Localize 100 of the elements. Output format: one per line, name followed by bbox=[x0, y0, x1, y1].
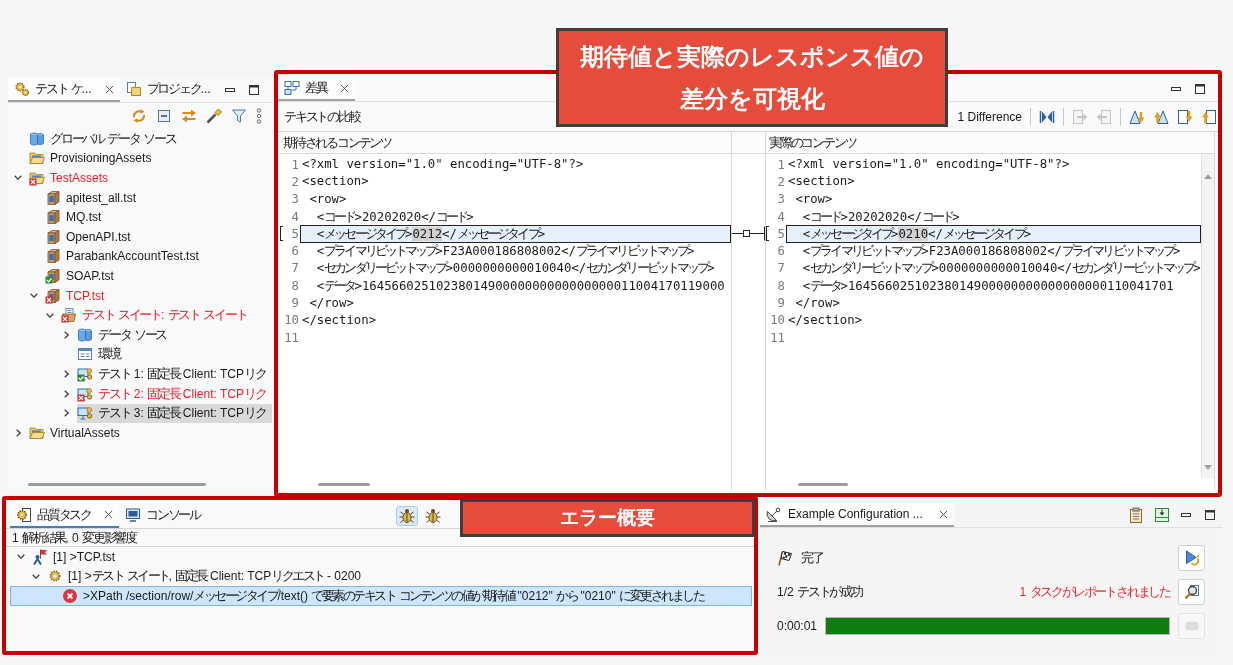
person-flag-icon bbox=[32, 548, 48, 565]
rerun-button[interactable] bbox=[1178, 545, 1205, 571]
tab[interactable]: Example Configuration ... bbox=[760, 503, 954, 527]
tree-item[interactable]: [1] >TCP.tst bbox=[10, 547, 752, 567]
tree-item[interactable]: apitest_all.tst bbox=[45, 188, 140, 208]
tree-item[interactable]: MQ.tst bbox=[45, 207, 105, 227]
line-number: 2 bbox=[776, 174, 785, 189]
elapsed-time: 0:00:01 bbox=[777, 619, 818, 633]
wand-icon[interactable] bbox=[206, 107, 222, 124]
magnifier-icon bbox=[1183, 584, 1200, 600]
swap-arrows-icon[interactable] bbox=[181, 107, 197, 124]
more-icon[interactable] bbox=[256, 107, 262, 124]
tree-item[interactable]: テスト 1: 固定長 Client: TCPリク bbox=[77, 364, 269, 384]
tree-item[interactable]: SOAP.tst bbox=[45, 266, 117, 286]
line-number: 7 bbox=[290, 261, 299, 276]
chevron-right-icon[interactable] bbox=[63, 389, 69, 398]
line-number: 5 bbox=[290, 226, 299, 241]
compare-title: テキストの比較 bbox=[284, 107, 360, 126]
chevron-down-icon[interactable] bbox=[17, 554, 25, 560]
up-arrow-page-icon[interactable] bbox=[1201, 108, 1217, 125]
tab[interactable]: コンソール bbox=[119, 503, 207, 528]
code-line: <section> bbox=[787, 173, 856, 191]
tab[interactable]: 品質タスク bbox=[10, 503, 119, 528]
horizontal-scrollbar[interactable] bbox=[318, 482, 370, 486]
code-line: <コード>20202020</コード> bbox=[315, 207, 475, 226]
line-number: 9 bbox=[776, 296, 785, 310]
chevron-down-icon[interactable] bbox=[14, 175, 22, 181]
code-line: <データ>1645660251023801490000000000000000011004170119000 bbox=[315, 276, 726, 295]
tree-item[interactable]: VirtualAssets bbox=[29, 423, 123, 443]
tree-item[interactable]: ParabankAccountTest.tst bbox=[45, 246, 202, 266]
code-line: <?xml version="1.0" encoding="UTF-8"?> bbox=[787, 156, 1071, 174]
tree-item[interactable]: >XPath /section/row/メッセージタイプ/text() で要素のテキスト コンテンツの値が期待値 "0212" から "0210" に変更されました bbox=[10, 586, 752, 606]
horizontal-scrollbar[interactable] bbox=[28, 482, 206, 486]
filter-icon[interactable] bbox=[231, 107, 247, 124]
status-text: 完了 bbox=[801, 549, 823, 567]
horizontal-scrollbar[interactable] bbox=[798, 482, 848, 486]
chevron-down-icon[interactable] bbox=[46, 312, 54, 318]
close-icon[interactable] bbox=[339, 83, 349, 93]
chevron-right-icon[interactable] bbox=[63, 330, 69, 339]
chevron-right-icon[interactable] bbox=[15, 428, 21, 437]
line-number: 8 bbox=[776, 278, 785, 293]
report-button[interactable] bbox=[1178, 579, 1205, 605]
line-number: 11 bbox=[769, 330, 785, 345]
close-icon[interactable] bbox=[938, 509, 948, 519]
tab[interactable]: テスト ケ... bbox=[8, 78, 120, 102]
checkered-flag-icon bbox=[777, 550, 793, 566]
satellite-dish-icon bbox=[766, 506, 782, 522]
chevron-down-icon[interactable] bbox=[32, 573, 40, 579]
line-number: 10 bbox=[769, 313, 785, 328]
line-number: 1 bbox=[776, 157, 785, 172]
maximize-icon[interactable] bbox=[1194, 83, 1206, 95]
tree-item[interactable]: テスト 3: 固定長 Client: TCPリク bbox=[77, 403, 272, 423]
windows-icon bbox=[284, 80, 300, 96]
line-number: 5 bbox=[776, 226, 785, 241]
collapse-icon[interactable] bbox=[156, 107, 172, 124]
code-line: <プライマリビットマップ>F23A000186808002</プライマリビットマップ> bbox=[801, 242, 1182, 261]
tree-item[interactable]: データ ソース bbox=[77, 325, 170, 345]
tree-item[interactable]: 環境 bbox=[77, 344, 123, 364]
tree-item[interactable]: テスト スイート: テスト スイート bbox=[61, 305, 250, 325]
gears-icon bbox=[14, 81, 30, 97]
close-icon[interactable] bbox=[104, 84, 114, 94]
clipboard-icon[interactable] bbox=[1128, 507, 1144, 523]
maximize-icon[interactable] bbox=[248, 84, 260, 96]
change-bracket bbox=[766, 226, 769, 242]
tab[interactable]: プロジェク... bbox=[119, 78, 217, 102]
code-line: </section> bbox=[301, 311, 378, 329]
tasks-reported-text: 1 タスクがレポートされました bbox=[1019, 583, 1170, 601]
line-number: 4 bbox=[776, 209, 785, 224]
close-icon[interactable] bbox=[104, 510, 113, 519]
line-number: 3 bbox=[290, 192, 299, 207]
merge-arrows-icon[interactable] bbox=[1039, 108, 1055, 125]
error-icon bbox=[62, 588, 78, 604]
refresh-icon[interactable] bbox=[131, 107, 147, 124]
up-arrow-icon[interactable] bbox=[1153, 108, 1169, 125]
chevron-right-icon[interactable] bbox=[63, 409, 69, 418]
code-line: <row> bbox=[308, 190, 348, 208]
play-arrow-icon bbox=[1183, 550, 1200, 566]
tree-item[interactable]: テスト 2: 固定長 Client: TCPリク bbox=[77, 384, 269, 403]
change-bracket bbox=[280, 226, 283, 242]
tree-item[interactable]: [1] >テスト スイート, 固定長 Client: TCPリクエスト - 0200 bbox=[10, 566, 752, 587]
chevron-down-icon[interactable] bbox=[30, 293, 38, 299]
down-arrow-page-icon[interactable] bbox=[1177, 108, 1193, 125]
bug-icon[interactable] bbox=[396, 505, 418, 526]
tree-item[interactable]: グローバル データ ソース bbox=[29, 129, 179, 149]
documents-icon bbox=[125, 81, 142, 97]
code-line: <コード>20202020</コード> bbox=[801, 207, 961, 226]
tree-item[interactable]: TCP.tst bbox=[45, 286, 108, 306]
tree-item[interactable]: TestAssets bbox=[29, 168, 112, 188]
line-number: 9 bbox=[290, 296, 299, 310]
code-line: </row> bbox=[794, 294, 841, 312]
line-number: 2 bbox=[290, 174, 299, 189]
tree-item[interactable]: OpenAPI.tst bbox=[45, 227, 134, 247]
code-line: </row> bbox=[308, 294, 355, 312]
maximize-icon[interactable] bbox=[1204, 509, 1216, 521]
chevron-right-icon[interactable] bbox=[63, 369, 69, 378]
tree-item[interactable]: ProvisioningAssets bbox=[29, 148, 155, 168]
line-number: 7 bbox=[776, 261, 785, 276]
down-arrow-icon[interactable] bbox=[1129, 108, 1145, 125]
code-line: <セカンダリービットマップ>0000000000010040</セカンダリービットマップ> bbox=[801, 259, 1201, 278]
line-number: 4 bbox=[290, 209, 299, 224]
